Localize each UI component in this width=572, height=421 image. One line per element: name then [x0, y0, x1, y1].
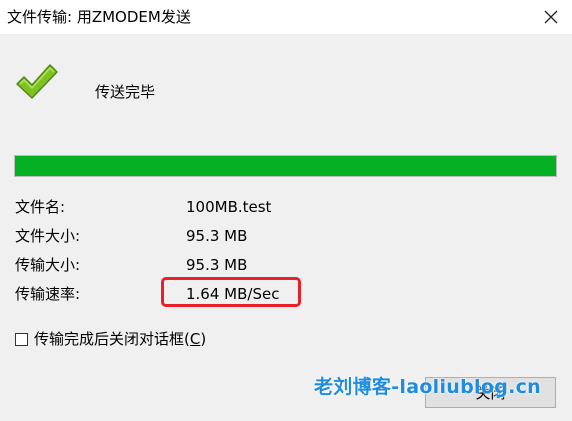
window-title: 文件传输: 用ZMODEM发送	[7, 8, 191, 26]
progress-bar-fill	[15, 156, 556, 176]
transfer-rate-label: 传输速率:	[15, 285, 81, 303]
watermark-text: 老刘博客-laoliublog.cn	[314, 376, 541, 398]
transfer-size-value: 95.3 MB	[186, 256, 248, 274]
title-bar: 文件传输: 用ZMODEM发送	[0, 0, 572, 34]
file-size-value: 95.3 MB	[186, 227, 248, 245]
file-size-label: 文件大小:	[15, 227, 81, 245]
checkbox-label: 传输完成后关闭对话框(C)	[34, 330, 207, 348]
transfer-status: 传送完毕	[95, 83, 156, 101]
rate-highlight-box	[161, 277, 301, 307]
file-name-label: 文件名:	[15, 198, 66, 216]
checkmark-icon	[14, 60, 60, 102]
window-close-icon[interactable]	[538, 4, 564, 30]
checkbox-box[interactable]	[15, 332, 28, 346]
file-name-value: 100MB.test	[186, 198, 272, 216]
close-after-transfer-checkbox[interactable]: 传输完成后关闭对话框(C)	[15, 329, 206, 349]
transfer-size-label: 传输大小:	[15, 256, 81, 274]
progress-bar	[14, 155, 557, 177]
